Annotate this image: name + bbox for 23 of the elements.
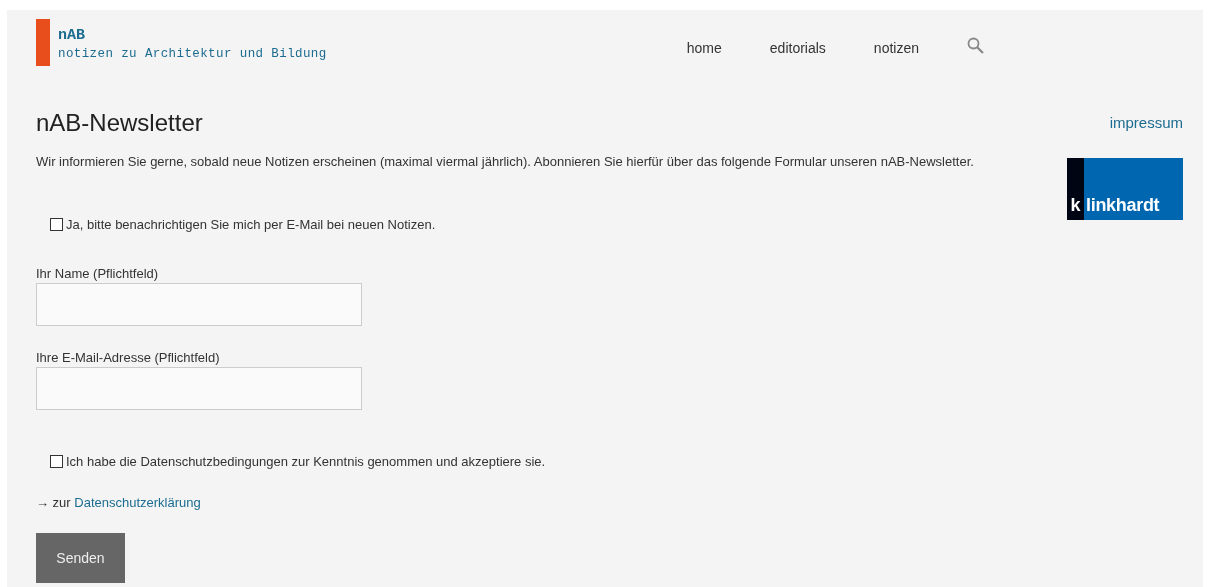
checkbox[interactable] [50,455,63,468]
nav-link[interactable]: home [686,40,722,56]
intro-text: Wir informieren Sie gerne, sobald neue Notizen erscheinen (maximal viermal jährlich). Abonnieren Sie hierfür über das folgende Formular unseren nAB-Newsletter. [36,153,975,171]
field-label: Ihre E-Mail-Adresse (Pflichtfeld) [36,350,221,365]
nav-link[interactable]: editorials [769,40,826,56]
privacy-link[interactable]: Datenschutzerklärung [74,495,201,510]
search-icon[interactable] [967,36,984,54]
page-title: nAB-Newsletter [36,108,204,138]
privacy-link-text: → zur Datenschutzerklärung [36,494,202,512]
impressum-link[interactable]: impressum [1109,114,1183,131]
logo-letter: k [1067,158,1084,220]
field-label: Ihr Name (Pflichtfeld) [36,266,160,281]
logo-bar [36,19,50,66]
send-button[interactable]: Senden [36,533,125,583]
checkbox[interactable] [50,218,63,231]
checkbox-label: Ja, bitte benachrichtigen Sie mich per E-Mail bei neuen Notizen. [66,217,436,232]
input-field[interactable] [36,283,362,326]
site-tagline: notizen zu Architektur und Bildung [58,46,327,62]
logo-text: linkhardt [1085,195,1160,217]
input-field[interactable] [36,367,362,410]
nav-link[interactable]: notizen [873,40,919,56]
site-name[interactable]: nAB [58,27,327,45]
checkbox-label: Ich habe die Datenschutzbedingungen zur Kenntnis genommen und akzeptiere sie. [66,454,546,469]
